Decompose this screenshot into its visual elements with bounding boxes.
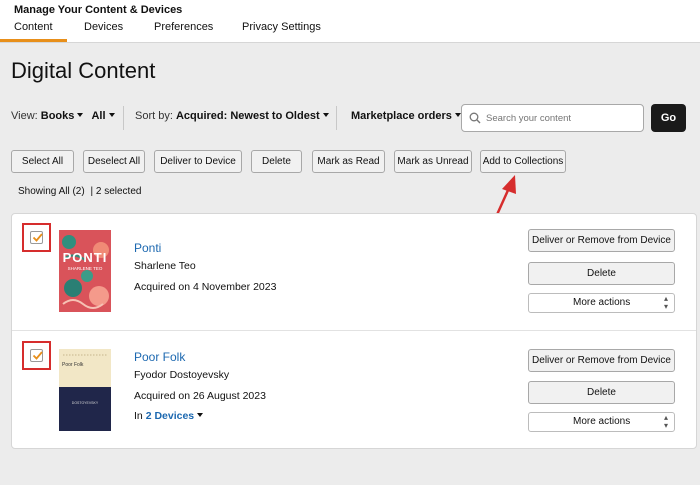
marketplace-filter[interactable]: Marketplace orders	[351, 110, 462, 122]
book-title-link[interactable]: Ponti	[134, 241, 161, 255]
deselect-all-button[interactable]: Deselect All	[83, 150, 145, 173]
annotation-highlight	[22, 223, 51, 252]
chevron-down-icon	[77, 113, 84, 118]
up-down-arrow-icon: ▴ ▾	[663, 294, 668, 311]
book-cover-image	[59, 230, 111, 312]
annotation-highlight	[22, 341, 51, 370]
add-to-collections-button[interactable]: Add to Collections	[480, 150, 566, 173]
deliver-remove-button[interactable]: Deliver or Remove from Device	[528, 349, 675, 372]
tab-privacy-settings[interactable]: Privacy Settings	[242, 21, 321, 33]
item-checkbox[interactable]	[30, 349, 43, 362]
acquired-date: Acquired on 26 August 2023	[134, 390, 266, 402]
search-icon	[469, 112, 481, 124]
chevron-down-icon	[454, 113, 461, 118]
checkmark-icon	[32, 233, 43, 242]
devices-info: In 2 Devices	[134, 410, 204, 422]
sort-label: Sort by:	[135, 110, 173, 122]
page-title: Digital Content	[11, 58, 156, 83]
more-actions-dropdown[interactable]: More actions ▴ ▾	[528, 293, 675, 313]
more-actions-dropdown[interactable]: More actions ▴ ▾	[528, 412, 675, 432]
acquired-date: Acquired on 4 November 2023	[134, 281, 277, 293]
sort-dropdown[interactable]: Acquired: Newest to Oldest	[176, 110, 320, 122]
book-author: Fyodor Dostoyevsky	[134, 369, 230, 381]
deliver-to-device-button[interactable]: Deliver to Device	[154, 150, 242, 173]
app-title: Manage Your Content & Devices	[14, 4, 183, 16]
showing-count: Showing All (2)	[18, 186, 85, 197]
cover-title: PONTI	[62, 250, 108, 265]
book-author: Sharlene Teo	[134, 260, 196, 272]
divider	[12, 330, 696, 331]
up-down-arrow-icon: ▴ ▾	[663, 413, 668, 430]
select-all-button[interactable]: Select All	[11, 150, 74, 173]
mark-as-unread-button[interactable]: Mark as Unread	[394, 150, 472, 173]
search-box[interactable]	[461, 104, 644, 132]
book-title-link[interactable]: Poor Folk	[134, 350, 185, 364]
search-input[interactable]	[486, 110, 638, 126]
devices-link[interactable]: 2 Devices	[146, 410, 194, 422]
cover-title: Poor Folk	[62, 362, 84, 368]
tab-content[interactable]: Content	[0, 21, 67, 42]
view-type-dropdown[interactable]: Books	[41, 110, 75, 122]
checkmark-icon	[32, 351, 43, 360]
more-actions-label: More actions	[573, 297, 631, 308]
selected-count: | 2 selected	[90, 186, 142, 197]
delete-button[interactable]: Delete	[528, 381, 675, 404]
top-nav: Manage Your Content & Devices Content De…	[0, 0, 700, 43]
selection-status: Showing All (2) | 2 selected	[18, 186, 141, 197]
go-button[interactable]: Go	[651, 104, 686, 132]
book-cover[interactable]: Poor Folk DOSTOYEVSKY	[59, 349, 111, 431]
more-actions-label: More actions	[573, 416, 631, 427]
deliver-remove-button[interactable]: Deliver or Remove from Device	[528, 229, 675, 252]
delete-button[interactable]: Delete	[528, 262, 675, 285]
cover-author: DOSTOYEVSKY	[71, 401, 99, 405]
mark-as-read-button[interactable]: Mark as Read	[312, 150, 385, 173]
cover-author: SHARLENE TEO	[67, 266, 103, 271]
sort-filter[interactable]: Sort by: Acquired: Newest to Oldest	[135, 110, 330, 122]
content-list: PONTI SHARLENE TEO Ponti Sharlene Teo Ac…	[11, 213, 697, 449]
divider	[123, 106, 124, 130]
tab-preferences[interactable]: Preferences	[154, 21, 213, 33]
view-label: View:	[11, 110, 38, 122]
view-filter[interactable]: View: Books All	[11, 110, 116, 122]
marketplace-dropdown[interactable]: Marketplace orders	[351, 110, 452, 122]
divider	[336, 106, 337, 130]
chevron-down-icon	[322, 113, 329, 118]
chevron-down-icon	[197, 413, 204, 418]
tab-devices[interactable]: Devices	[84, 21, 123, 33]
view-scope-dropdown[interactable]: All	[91, 110, 105, 122]
devices-prefix: In	[134, 410, 143, 422]
book-cover[interactable]: PONTI SHARLENE TEO	[59, 230, 111, 312]
chevron-down-icon	[108, 113, 115, 118]
delete-button[interactable]: Delete	[251, 150, 302, 173]
item-checkbox[interactable]	[30, 231, 43, 244]
